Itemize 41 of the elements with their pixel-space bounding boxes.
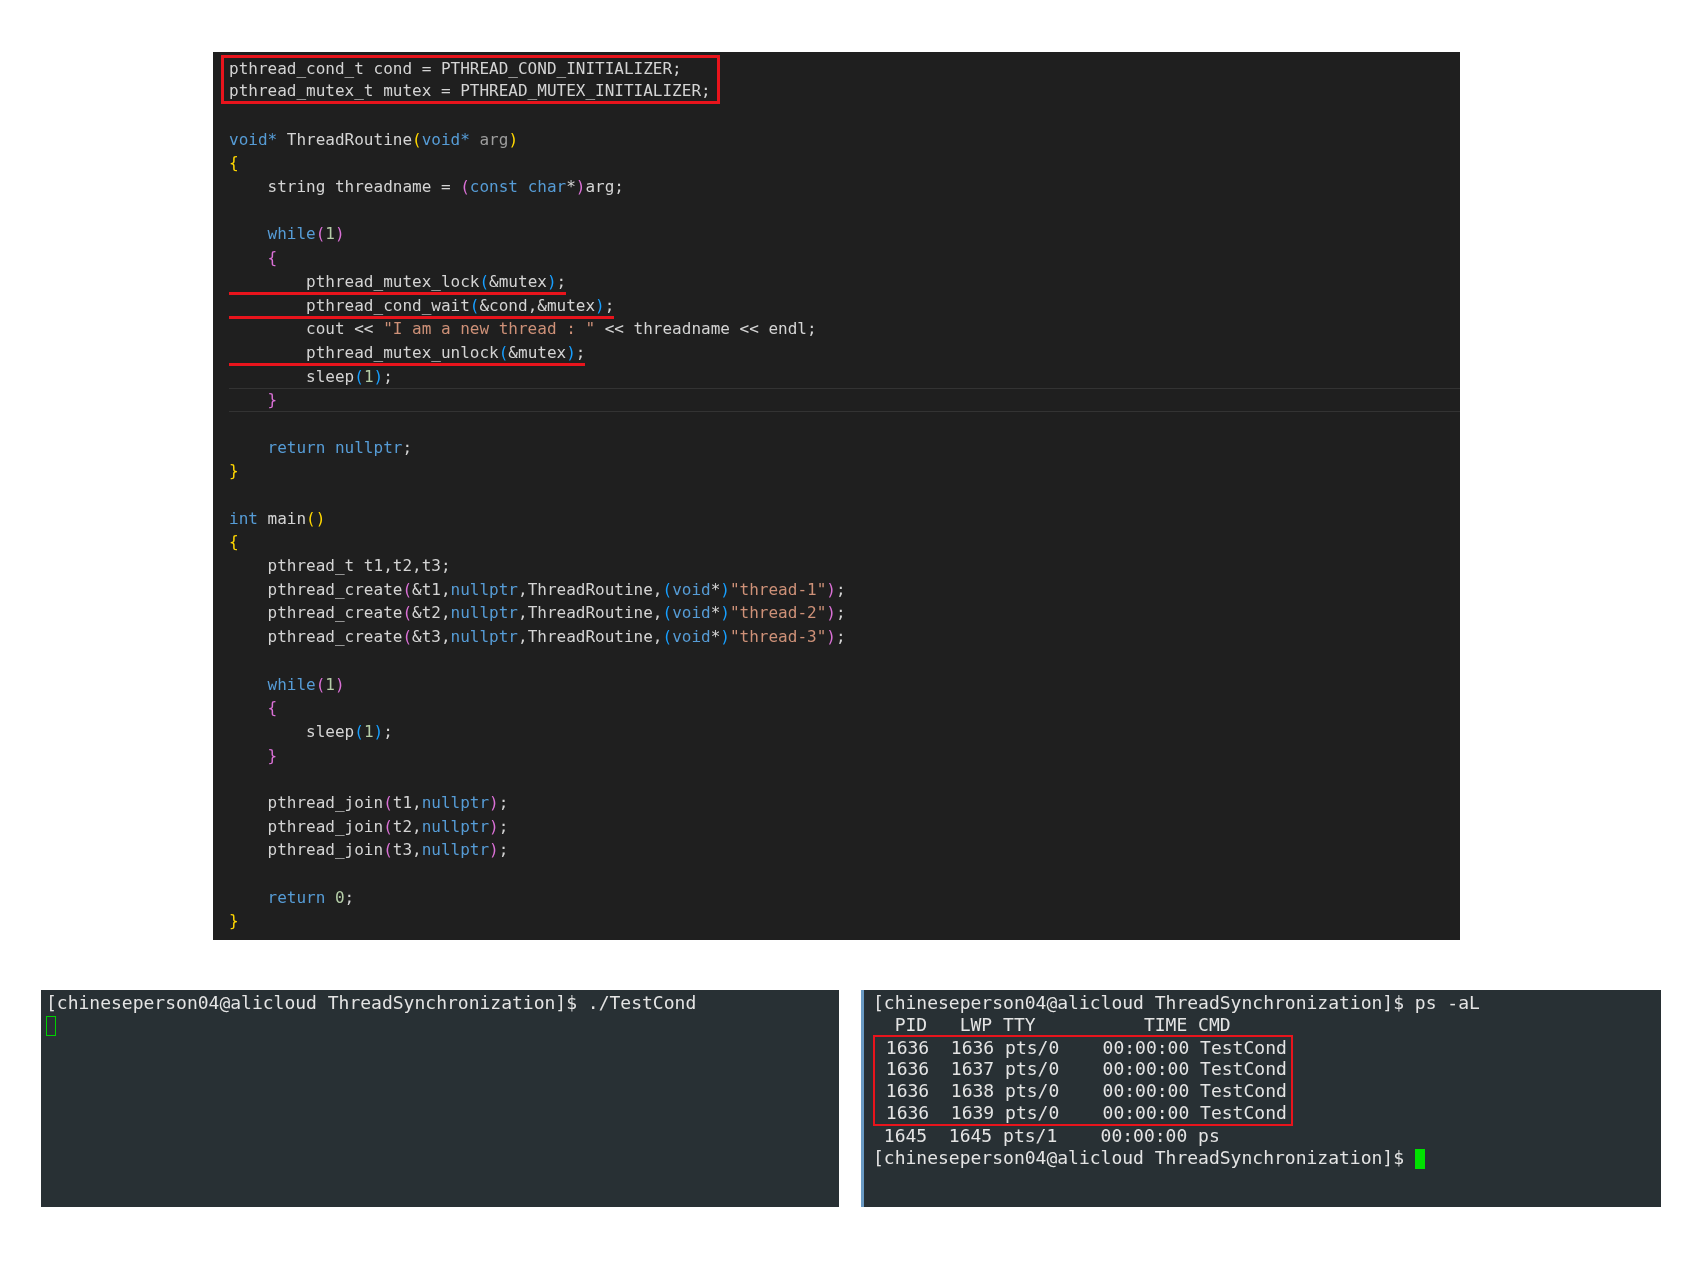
code-line: } [266,744,278,767]
code-line: pthread_mutex_t mutex = PTHREAD_MUTEX_INITIALIZER; [229,79,711,101]
code-line: pthread_create(&t1,nullptr,ThreadRoutine,(void*)"thread-1"); [266,578,846,601]
cursor [1414,1148,1425,1169]
terminal-line: 1636 1638 pts/0 00:00:00 TestCond [884,1080,1287,1102]
code-line: pthread_create(&t3,nullptr,ThreadRoutine,(void*)"thread-3"); [266,626,846,649]
code-line: { [229,531,239,554]
terminal-line: 1645 1645 pts/1 00:00:00 ps [882,1124,1220,1146]
code-line: pthread_create(&t2,nullptr,ThreadRoutine,(void*)"thread-2"); [266,602,846,625]
code-line: while(1) [266,673,345,696]
terminal-line: [chineseperson04@alicloud ThreadSynchronization]$ ./TestCond [46,992,697,1013]
code-line: while(1) [266,223,345,246]
cursor [46,1015,56,1036]
code-line: return 0; [266,886,355,909]
code-line: string threadname = (const char*)arg; [266,176,624,199]
code-line: pthread_mutex_unlock(&mutex); [229,342,586,366]
code-line: pthread_cond_wait(&cond,&mutex); [229,295,615,319]
code-line: } [229,910,239,933]
terminal-line: [chineseperson04@alicloud ThreadSynchronization]$ ps -aL [873,992,1480,1013]
code-line: } [266,389,278,411]
terminal-line: 1636 1639 pts/0 00:00:00 TestCond [884,1102,1287,1123]
code-line: pthread_t t1,t2,t3; [266,555,451,578]
terminal-line: PID LWP TTY TIME CMD [893,1013,1231,1035]
code-line: return nullptr; [266,436,413,459]
code-line: int main() [229,507,326,530]
terminal-line: 1636 1636 pts/0 00:00:00 TestCond [884,1036,1287,1058]
code-line: pthread_cond_t cond = PTHREAD_COND_INITIALIZER; [229,58,682,80]
code-line: void* ThreadRoutine(void* arg) [229,128,518,151]
terminal-line: 1636 1637 pts/0 00:00:00 TestCond [884,1058,1287,1080]
code-line: { [266,697,278,720]
code-line: } [229,460,239,483]
code-line: sleep(1); [305,365,393,388]
code-line: { [266,247,278,270]
code-line: cout << "I am a new thread : " << threadname << endl; [305,318,817,341]
code-line: pthread_join(t2,nullptr); [266,815,509,838]
terminal-line: [chineseperson04@alicloud ThreadSynchronization]$ [873,1146,1405,1168]
code-line: pthread_join(t3,nullptr); [266,839,509,862]
code-line: pthread_mutex_lock(&mutex); [229,271,567,295]
code-line: sleep(1); [305,720,393,743]
code-line: { [229,152,239,175]
code-line: pthread_join(t1,nullptr); [266,791,509,814]
